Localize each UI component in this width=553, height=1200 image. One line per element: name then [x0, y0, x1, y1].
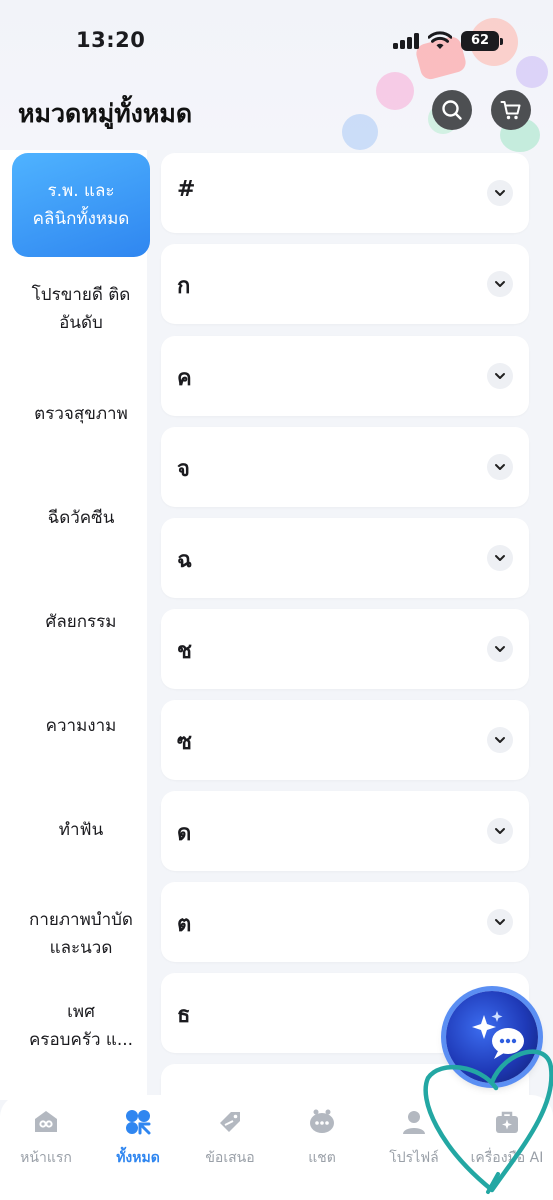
letter-heading: ซ — [177, 730, 192, 755]
tab-ai-tools[interactable]: เครื่องมือ AI — [461, 1107, 553, 1169]
chevron-down-icon[interactable] — [487, 818, 513, 844]
profile-icon — [403, 1111, 425, 1134]
letter-section-hash[interactable]: # — [161, 153, 529, 233]
sidebar-item-best-sellers[interactable]: โปรขายดี ติด อันดับ — [12, 264, 150, 354]
sidebar-item-label: ศัลยกรรม — [45, 612, 117, 632]
letter-section-cho-chang[interactable]: ช — [161, 609, 529, 689]
tab-profile[interactable]: โปรไฟล์ — [368, 1107, 460, 1169]
tab-label: หน้าแรก — [20, 1150, 72, 1166]
chat-icon — [310, 1109, 334, 1133]
chevron-down-icon[interactable] — [487, 271, 513, 297]
letter-section-kho[interactable]: ค — [161, 336, 529, 416]
chevron-down-icon[interactable] — [487, 909, 513, 935]
sidebar-item-label: กายภาพบำบัด และนวด — [29, 910, 133, 958]
sidebar-item-label: เพศ ครอบครัว แ... — [28, 1002, 134, 1050]
bottom-tab-bar: หน้าแรก ทั้งหมด ข้อเสนอ แชต โปรไฟล์ เครื… — [0, 1095, 553, 1200]
sidebar-item-health-checkup[interactable]: ตรวจสุขภาพ — [12, 392, 150, 436]
categories-icon — [126, 1110, 151, 1135]
tab-label: แชต — [308, 1150, 336, 1166]
tab-label: ข้อเสนอ — [205, 1150, 255, 1166]
letter-heading: # — [177, 177, 196, 202]
tab-label: เครื่องมือ AI — [470, 1150, 544, 1166]
chevron-down-icon[interactable] — [487, 454, 513, 480]
letter-heading: ต — [177, 912, 192, 937]
sidebar-item-label: ร.พ. และ คลินิกทั้งหมด — [32, 181, 130, 229]
letter-heading: ค — [177, 366, 192, 391]
letter-heading: จ — [177, 457, 190, 482]
letter-heading: ด — [177, 821, 192, 846]
letter-section-cho[interactable]: จ — [161, 427, 529, 507]
tab-label: โปรไฟล์ — [389, 1150, 439, 1166]
sparkle-icon — [472, 1011, 524, 1059]
sidebar-item-label: ทำฟัน — [58, 820, 104, 840]
letter-heading: ฉ — [177, 548, 192, 573]
sidebar-item-dental[interactable]: ทำฟัน — [12, 808, 150, 852]
chevron-down-icon[interactable] — [487, 636, 513, 662]
sidebar-item-label: ฉีดวัคซีน — [47, 508, 115, 528]
chevron-down-icon[interactable] — [487, 727, 513, 753]
letter-heading: ก — [177, 274, 191, 299]
chevron-down-icon[interactable] — [487, 180, 513, 206]
tab-home[interactable]: หน้าแรก — [0, 1107, 92, 1169]
letter-section-ko[interactable]: ก — [161, 244, 529, 324]
tab-all-categories[interactable]: ทั้งหมด — [92, 1107, 184, 1169]
ai-toolbox-icon — [496, 1111, 518, 1133]
letter-section-to[interactable]: ต — [161, 882, 529, 962]
sidebar-item-physiotherapy[interactable]: กายภาพบำบัด และนวด — [12, 896, 150, 972]
tab-chat[interactable]: แชต — [276, 1107, 368, 1169]
status-bar: 13:20 62 — [0, 0, 553, 80]
decorative-sticker — [342, 114, 378, 150]
sidebar-item-vaccination[interactable]: ฉีดวัคซีน — [12, 496, 150, 540]
tag-icon — [220, 1112, 240, 1132]
home-icon — [35, 1111, 57, 1132]
sidebar-item-label: ความงาม — [45, 716, 117, 736]
letter-heading: ช — [177, 639, 192, 664]
letter-section-so[interactable]: ซ — [161, 700, 529, 780]
ai-assistant-button[interactable] — [446, 991, 538, 1083]
letter-section-do[interactable]: ด — [161, 791, 529, 871]
chevron-down-icon[interactable] — [487, 363, 513, 389]
page-title: หมวดหมู่ทั้งหมด — [18, 99, 193, 128]
letter-heading: ธ — [177, 1003, 191, 1028]
cart-button[interactable] — [491, 90, 531, 130]
cart-icon — [500, 101, 521, 120]
wifi-icon — [428, 31, 452, 49]
sidebar-item-label: ตรวจสุขภาพ — [34, 404, 128, 424]
sidebar-item-sexual-family[interactable]: เพศ ครอบครัว แ... — [12, 988, 150, 1064]
cellular-signal-icon — [393, 33, 421, 49]
tab-label: ทั้งหมด — [116, 1150, 160, 1166]
battery-indicator: 62 — [461, 31, 503, 51]
tab-offers[interactable]: ข้อเสนอ — [184, 1107, 276, 1169]
status-time: 13:20 — [76, 28, 146, 52]
sidebar-item-surgery[interactable]: ศัลยกรรม — [12, 600, 150, 644]
sidebar-item-all-hospitals-clinics[interactable]: ร.พ. และ คลินิกทั้งหมด — [12, 153, 150, 257]
sidebar-item-label: โปรขายดี ติด อันดับ — [31, 285, 131, 333]
sidebar-item-beauty[interactable]: ความงาม — [12, 704, 150, 748]
search-icon — [442, 100, 462, 120]
search-button[interactable] — [432, 90, 472, 130]
chevron-down-icon[interactable] — [487, 545, 513, 571]
letter-section-chho[interactable]: ฉ — [161, 518, 529, 598]
